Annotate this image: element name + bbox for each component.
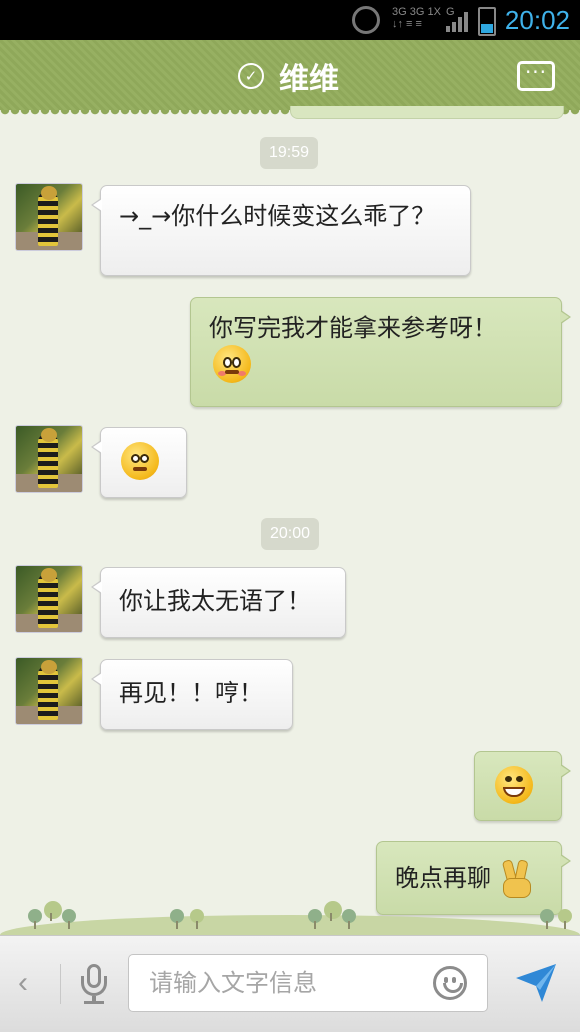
incoming-message-bubble[interactable]: 再见！！哼！ (91, 659, 293, 730)
status-bar: 3G 3G 1X ↓↑ ≡ ≡ G 20:02 (0, 0, 580, 40)
status-time: 20:02 (504, 5, 570, 35)
alarm-icon (352, 6, 380, 34)
divider (60, 964, 61, 1004)
shy-face-icon (213, 345, 251, 383)
partial-message-bubble (290, 106, 564, 119)
signal-icon (446, 10, 468, 32)
message-text: 你写完我才能拿来参考呀！ (209, 314, 497, 342)
doubt-face-icon (121, 442, 159, 480)
outgoing-message-bubble[interactable] (474, 751, 571, 821)
mic-icon[interactable] (80, 964, 108, 1006)
message-timestamp: 20:00 (261, 518, 319, 550)
incoming-message-bubble[interactable]: →_→你什么时候变这么乖了？ (91, 185, 471, 276)
network-activity-label: ↓↑ ≡ ≡ (392, 18, 422, 30)
grin-face-icon (495, 766, 533, 804)
more-options-button[interactable]: ··· (517, 61, 555, 91)
contact-avatar[interactable] (16, 658, 82, 724)
incoming-message-bubble[interactable] (91, 427, 187, 498)
message-timestamp: 19:59 (260, 137, 318, 169)
contact-avatar[interactable] (16, 426, 82, 492)
chat-background-scenery (0, 885, 580, 935)
message-text: 再见！！哼！ (119, 679, 263, 707)
battery-icon (478, 7, 496, 36)
outgoing-message-bubble[interactable]: 你写完我才能拿来参考呀！ (190, 297, 571, 407)
contact-avatar[interactable] (16, 184, 82, 250)
online-check-icon: ✓ (238, 63, 264, 89)
smiley-icon[interactable] (433, 966, 467, 1000)
message-text: 你让我太无语了！ (119, 587, 311, 615)
network-indicator: 3G 3G 1X ↓↑ ≡ ≡ (392, 6, 441, 30)
network-type-label: 3G 3G 1X (392, 6, 441, 18)
contact-avatar[interactable] (16, 566, 82, 632)
send-icon[interactable] (512, 958, 560, 1006)
contact-name: 维维 (279, 62, 339, 97)
message-text: →_→你什么时候变这么乖了？ (119, 202, 436, 230)
collapse-arrow-button[interactable]: ‹ (18, 966, 28, 1000)
incoming-message-bubble[interactable]: 你让我太无语了！ (91, 567, 346, 638)
message-input-bar: ‹ (0, 935, 580, 1032)
